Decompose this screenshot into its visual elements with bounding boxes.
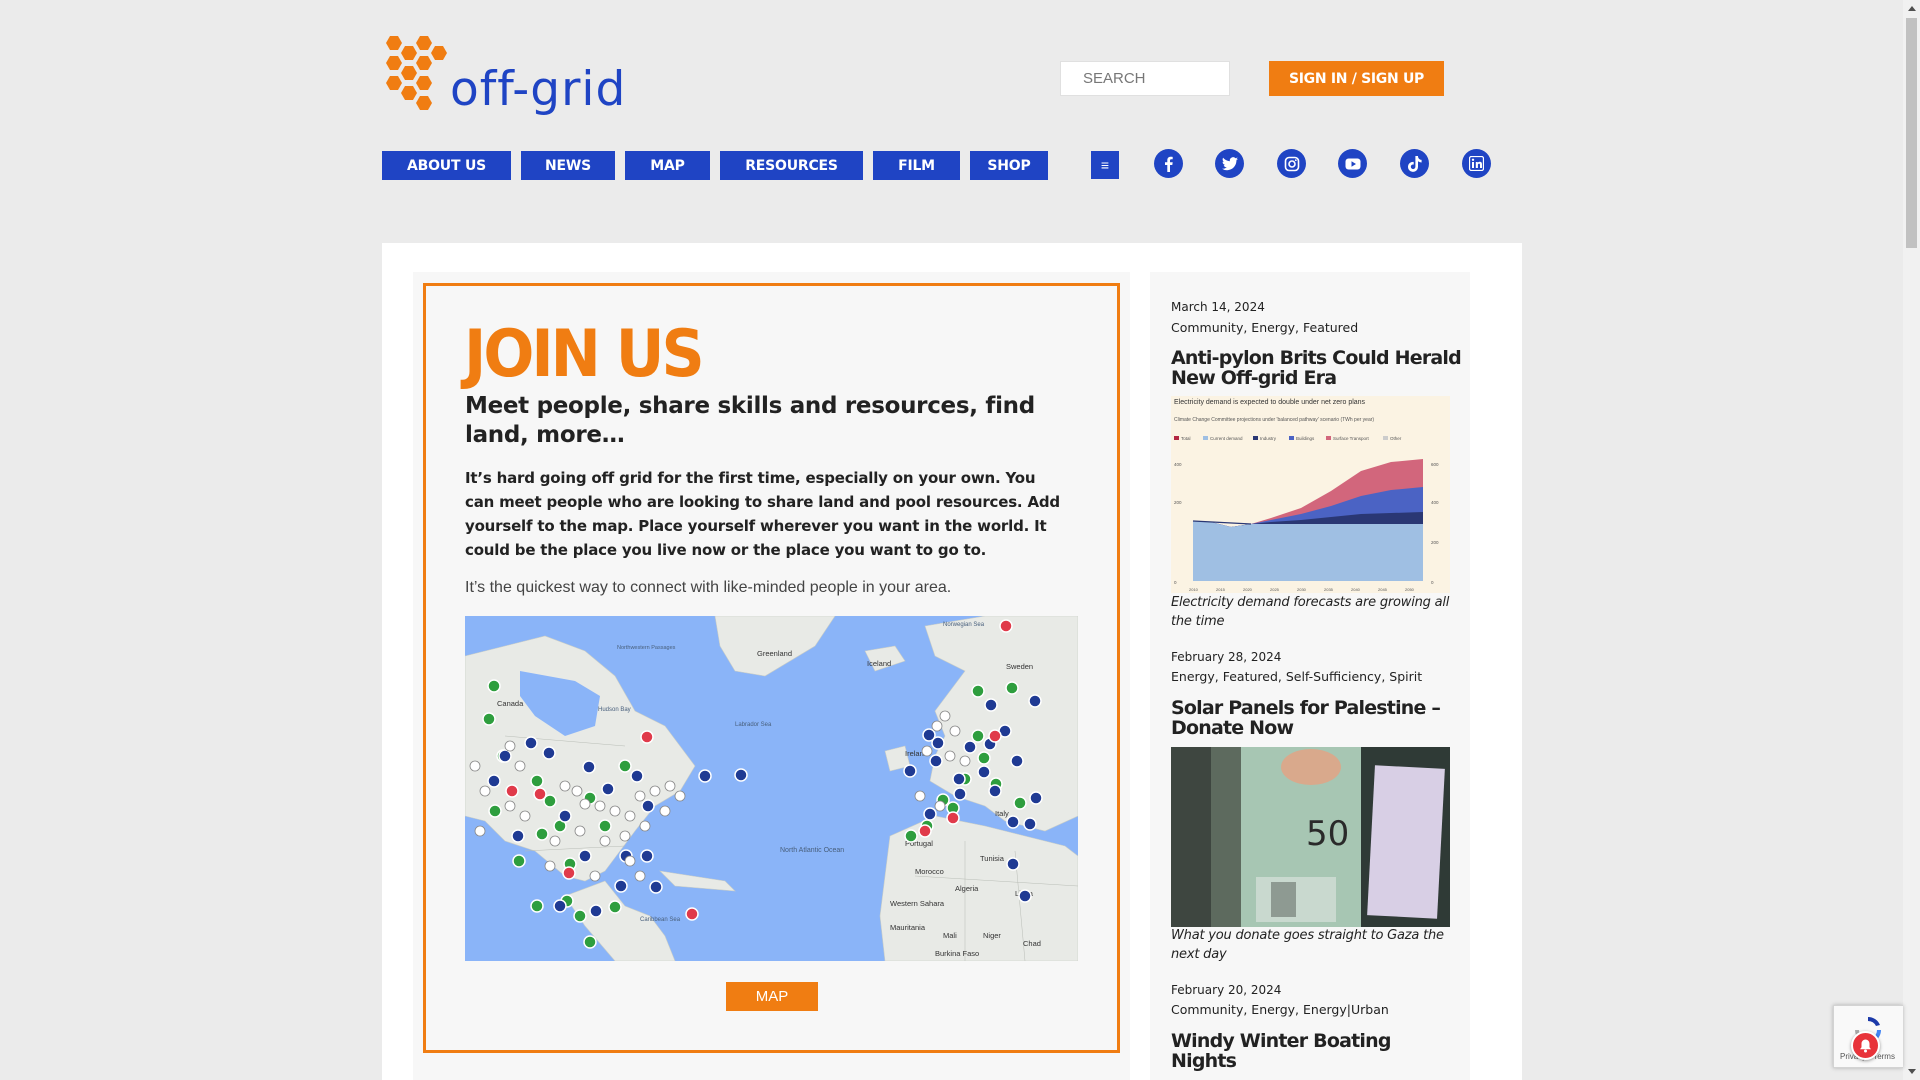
logo-text: off-grid <box>450 62 627 117</box>
map-label-iceland: Iceland <box>867 659 891 668</box>
map-label-canada: Canada <box>497 699 524 708</box>
map-button[interactable]: MAP <box>726 982 818 1011</box>
map-label-niger: Niger <box>983 931 1001 940</box>
map-label-labrador-sea: Labrador Sea <box>735 722 772 728</box>
sign-in-button[interactable]: SIGN IN / SIGN UP <box>1269 61 1444 96</box>
map-label-mauritania: Mauritania <box>890 923 926 932</box>
svg-text:Surface Transport: Surface Transport <box>1333 436 1370 441</box>
svg-text:2050: 2050 <box>1405 587 1415 592</box>
site-logo[interactable]: off-grid <box>381 34 637 122</box>
youtube-icon[interactable] <box>1338 149 1367 178</box>
post-caption: What you donate goes straight to Gaza th… <box>1171 928 1444 962</box>
world-map-image[interactable]: Greenland Iceland Canada Hudson Bay Labr… <box>465 616 1078 961</box>
twitter-icon[interactable] <box>1215 149 1244 178</box>
svg-text:200: 200 <box>1431 540 1439 545</box>
svg-text:600: 600 <box>1431 462 1439 467</box>
svg-text:Total: Total <box>1181 436 1191 441</box>
map-label-morocco: Morocco <box>915 867 944 876</box>
post-title[interactable]: Solar Panels for Palestine – Donate Now <box>1171 698 1461 738</box>
svg-text:2015: 2015 <box>1216 587 1226 592</box>
map-label-caribbean-sea: Caribbean Sea <box>640 917 681 923</box>
nav-shop[interactable]: SHOP <box>970 151 1048 180</box>
post-date: February 28, 2024 <box>1171 650 1282 664</box>
svg-text:2035: 2035 <box>1324 587 1334 592</box>
map-label-hudson-bay: Hudson Bay <box>598 707 631 713</box>
svg-text:2030: 2030 <box>1297 587 1307 592</box>
hexagon-logo-icon <box>386 36 447 110</box>
map-label-chad: Chad <box>1023 939 1041 948</box>
post-categories[interactable]: Energy, Featured, Self-Sufficiency, Spir… <box>1171 669 1422 684</box>
thumb-chart-title: Electricity demand is expected to double… <box>1174 399 1366 406</box>
svg-text:0: 0 <box>1174 580 1177 585</box>
post-title[interactable]: Anti-pylon Brits Could Herald New Off-gr… <box>1171 348 1462 388</box>
map-label-mali: Mali <box>943 931 957 940</box>
post-categories[interactable]: Community, Energy, Energy|Urban <box>1171 1002 1389 1017</box>
map-label-algeria: Algeria <box>955 884 979 893</box>
scrollbar-thumb[interactable] <box>1906 18 1917 248</box>
nav-film[interactable]: FILM <box>873 151 960 180</box>
map-label-northwestern-passages: Northwestern Passages <box>617 645 676 651</box>
banknote-value: 50 <box>1306 814 1349 854</box>
svg-text:2040: 2040 <box>1351 587 1361 592</box>
nav-map[interactable]: MAP <box>625 151 710 180</box>
map-label-western-sahara: Western Sahara <box>890 899 945 908</box>
map-canvas: Greenland Iceland Canada Hudson Bay Labr… <box>465 616 1078 961</box>
join-us-paragraph-secondary: It’s the quickest way to connect with li… <box>465 579 952 596</box>
map-label-greenland: Greenland <box>757 649 792 658</box>
map-label-tunisia: Tunisia <box>980 854 1005 863</box>
post-categories[interactable]: Community, Energy, Featured <box>1171 320 1358 335</box>
svg-text:0: 0 <box>1431 580 1434 585</box>
map-label-sweden: Sweden <box>1006 662 1033 671</box>
svg-text:400: 400 <box>1174 462 1182 467</box>
svg-text:Current demand: Current demand <box>1210 436 1243 441</box>
join-us-paragraph: It’s hard going off grid for the first t… <box>465 469 1060 559</box>
svg-text:Other: Other <box>1390 436 1402 441</box>
post-title[interactable]: Windy Winter Boating Nights <box>1171 1031 1461 1071</box>
svg-text:2025: 2025 <box>1270 587 1280 592</box>
svg-text:400: 400 <box>1431 500 1439 505</box>
svg-text:Buildings: Buildings <box>1296 436 1315 441</box>
instagram-icon[interactable] <box>1277 149 1306 178</box>
post-caption: Electricity demand forecasts are growing… <box>1171 595 1450 629</box>
svg-text:Industry: Industry <box>1260 436 1277 441</box>
svg-text:200: 200 <box>1174 500 1182 505</box>
svg-text:2020: 2020 <box>1243 587 1253 592</box>
post-date: March 14, 2024 <box>1171 300 1265 314</box>
search-input[interactable] <box>1060 61 1230 96</box>
map-label-burkina-faso: Burkina Faso <box>935 949 979 958</box>
thumb-chart-subtitle: Climate Change Committee projections und… <box>1174 417 1374 423</box>
tiktok-icon[interactable] <box>1400 149 1429 178</box>
nav-about-us[interactable]: ABOUT US <box>382 151 511 180</box>
facebook-icon[interactable] <box>1154 149 1183 178</box>
nav-resources[interactable]: RESOURCES <box>720 151 863 180</box>
join-us-title: JOIN US <box>464 316 705 393</box>
svg-text:2045: 2045 <box>1378 587 1388 592</box>
notification-bell-icon[interactable] <box>1851 1031 1880 1060</box>
post-thumbnail[interactable]: Electricity demand is expected to double… <box>1171 396 1450 593</box>
post-thumbnail[interactable]: 50 <box>1171 747 1450 927</box>
svg-text:2010: 2010 <box>1189 587 1199 592</box>
nav-news[interactable]: NEWS <box>521 151 615 180</box>
scroll-down-arrow-icon[interactable] <box>1903 1063 1920 1080</box>
hamburger-menu-icon[interactable]: ≡ <box>1091 151 1119 179</box>
linkedin-icon[interactable] <box>1462 149 1491 178</box>
join-us-subtitle: Meet people, share skills and resources,… <box>465 393 1035 448</box>
map-label-north-atlantic-ocean: North Atlantic Ocean <box>780 847 844 854</box>
scroll-up-arrow-icon[interactable] <box>1903 0 1920 17</box>
map-label-norwegian-sea: Norwegian Sea <box>943 622 985 628</box>
post-date: February 20, 2024 <box>1171 983 1282 997</box>
map-label-italy: Italy <box>995 809 1009 818</box>
